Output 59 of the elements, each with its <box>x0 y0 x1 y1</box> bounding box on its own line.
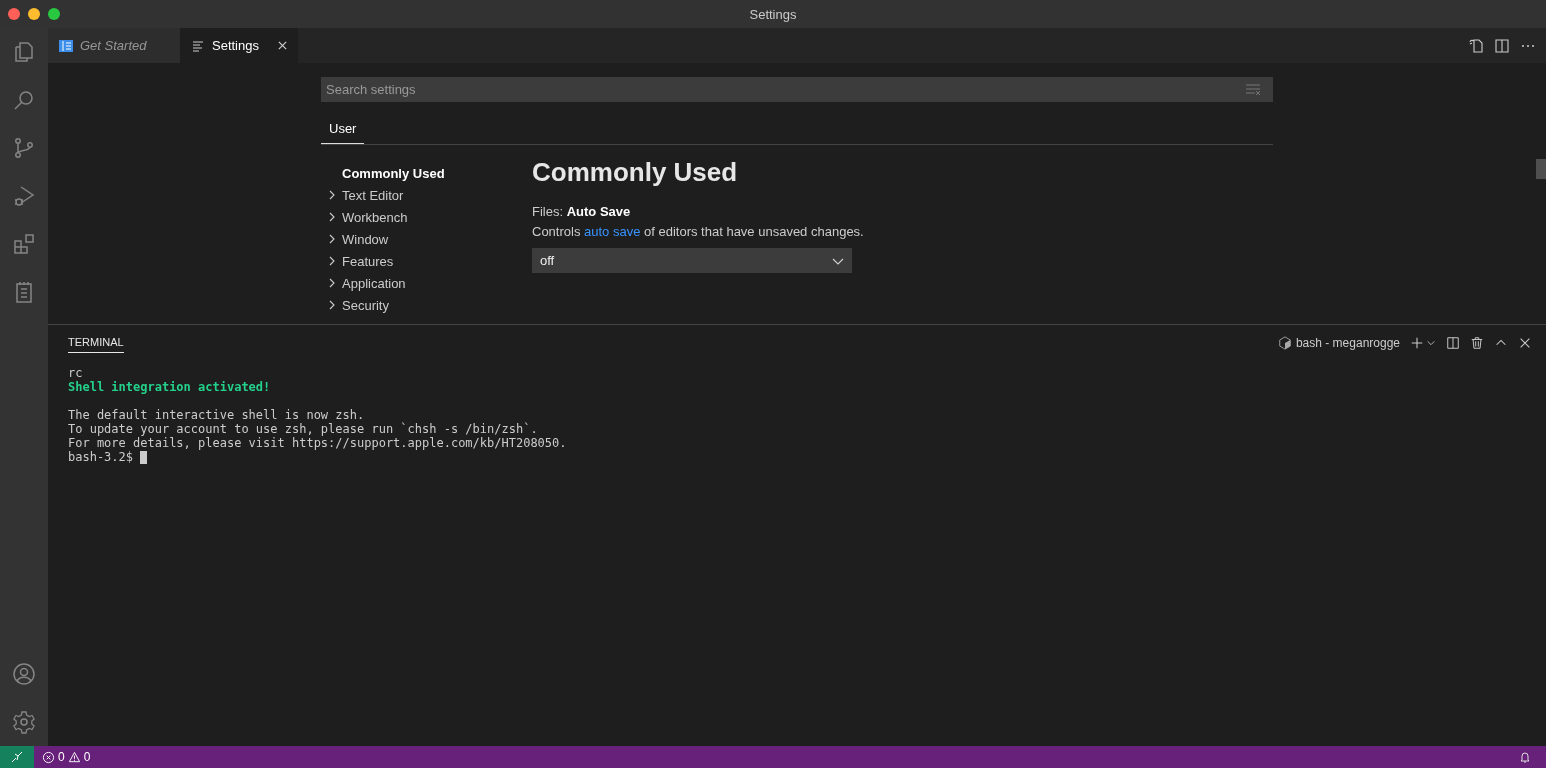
chevron-right-icon <box>327 234 337 244</box>
chevron-right-icon <box>327 256 337 266</box>
close-icon[interactable] <box>277 40 288 51</box>
editor-tab[interactable]: Settings <box>180 28 298 63</box>
run-debug-icon[interactable] <box>12 184 36 208</box>
toc-item[interactable]: Features <box>321 250 532 272</box>
editor-tab[interactable]: Get Started <box>48 28 180 63</box>
chevron-right-icon <box>327 190 337 200</box>
terminal-line: Shell integration activated! <box>68 380 271 394</box>
minimize-window-button[interactable] <box>28 8 40 20</box>
auto-save-dropdown[interactable]: off <box>532 248 852 273</box>
split-terminal-icon[interactable] <box>1446 335 1460 350</box>
terminal-line: The default interactive shell is now zsh. <box>68 408 365 422</box>
bell-icon[interactable] <box>1518 750 1532 764</box>
panel-tab[interactable]: TERMINAL <box>68 332 124 353</box>
settings-icon[interactable] <box>12 710 36 734</box>
cube-icon <box>1277 335 1292 350</box>
setting-description: Controls auto save of editors that have unsaved changes. <box>532 224 864 239</box>
scope-tab[interactable]: User <box>321 114 365 144</box>
plus-icon[interactable] <box>1410 335 1424 350</box>
terminal-line: For more details, please visit https://support.apple.com/kb/HT208050. <box>68 436 567 450</box>
source-control-icon[interactable] <box>12 136 36 160</box>
toc-item[interactable]: Application <box>321 272 532 294</box>
toc-item[interactable]: Window <box>321 228 532 250</box>
open-file-icon[interactable] <box>1468 37 1484 54</box>
toc-item[interactable]: Text Editor <box>321 184 532 206</box>
search-settings-field[interactable]: Search settings <box>321 77 1273 102</box>
remote-icon <box>11 751 23 763</box>
terminal-line: To update your account to use zsh, please run `chsh -s /bin/zsh`. <box>68 422 538 436</box>
error-icon <box>42 750 55 764</box>
shell-prompt: bash-3.2$ <box>68 450 134 464</box>
setting-category: Files: <box>532 204 564 219</box>
auto-save-link[interactable]: auto save <box>584 224 641 239</box>
zoom-window-button[interactable] <box>48 8 60 20</box>
setting-name: Auto Save <box>566 204 631 219</box>
scrollbar-thumb[interactable] <box>1536 159 1546 179</box>
toc-item[interactable]: Security <box>321 294 532 316</box>
remote-indicator[interactable] <box>0 746 34 768</box>
files-icon[interactable] <box>12 40 36 64</box>
chevron-right-icon <box>327 212 337 222</box>
toc-item[interactable]: Workbench <box>321 206 532 228</box>
section-heading: Commonly Used <box>532 157 739 188</box>
text-cursor <box>140 451 148 464</box>
clear-filter-icon[interactable] <box>1245 81 1261 97</box>
trash-icon[interactable] <box>1470 335 1484 350</box>
search-icon[interactable] <box>12 88 36 112</box>
split-editor-icon[interactable] <box>1494 37 1510 54</box>
problems-indicator[interactable]: 0 0 <box>34 750 99 764</box>
extensions-icon[interactable] <box>12 232 36 256</box>
account-icon[interactable] <box>12 662 36 686</box>
close-window-button[interactable] <box>8 8 20 20</box>
toc-item[interactable]: Commonly Used <box>321 162 532 184</box>
terminal-line: rc <box>68 366 83 380</box>
warning-icon <box>67 750 81 764</box>
chevron-right-icon <box>327 278 337 288</box>
chevron-right-icon <box>327 300 337 310</box>
terminal-name[interactable]: bash - meganrogge <box>1295 335 1400 350</box>
window-title: Settings <box>749 6 797 22</box>
book-icon <box>58 37 74 54</box>
